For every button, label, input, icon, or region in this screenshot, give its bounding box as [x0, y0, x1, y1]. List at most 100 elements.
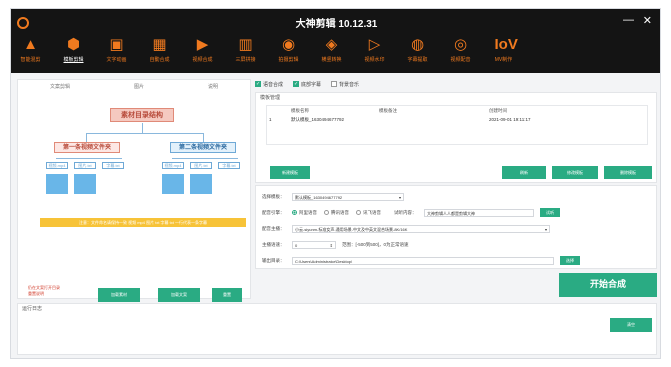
- choose-dir-button[interactable]: 选择: [560, 256, 580, 265]
- tool-text-animation[interactable]: ▣ 文字动画: [101, 36, 132, 72]
- tool-label: 拍摄剪辑: [278, 57, 299, 63]
- radio-dot: [324, 210, 329, 215]
- refresh-button[interactable]: 刷新: [502, 166, 546, 179]
- tool-label: 视频配音: [450, 57, 471, 63]
- grid-icon: ▦: [152, 36, 167, 53]
- tool-template-edit[interactable]: ⬢ 模板剪辑: [58, 36, 89, 72]
- test-text-input[interactable]: 大神剪辑人人都是剪辑大神: [424, 208, 534, 217]
- output-label: 输出目录：: [262, 257, 285, 263]
- template-manager-title: 模板管理: [260, 95, 281, 101]
- connector: [86, 133, 87, 142]
- tool-label: 字幕提取: [407, 57, 428, 63]
- material-tabs: 文案剪辑 图片 说明: [18, 80, 250, 92]
- delete-template-button[interactable]: 删除模板: [604, 166, 652, 179]
- close-button[interactable]: ✕: [643, 14, 652, 27]
- template-select-value: 默认模板_1630494677792: [295, 194, 343, 200]
- image-icon: ▣: [109, 36, 124, 53]
- tab-copy-edit[interactable]: 文案剪辑: [50, 83, 70, 92]
- voice-row: 配音主播： 小云-siyunm-标准女声-通用场景-中文及中英文混合场景-8K/…: [262, 224, 550, 233]
- radio-tencent[interactable]: 腾讯语音: [324, 210, 349, 216]
- radio-ali[interactable]: 阿里语音: [292, 210, 317, 216]
- tool-orientation[interactable]: ◈ 横竖转换: [316, 36, 347, 72]
- checkbox-bgm[interactable]: 背景音乐: [331, 79, 359, 89]
- diagram-root: 素材目录结构: [110, 108, 174, 122]
- checkbox-speech[interactable]: ✓ 语音合成: [255, 79, 283, 89]
- main-toolbar: ▲ 智能混剪 ⬢ 模板剪辑 ▣ 文字动画 ▦ 自動合成 ▶ 视频合成 ▥ 三屏拼接 ◉ 拍摄剪…: [15, 36, 555, 72]
- tab-help[interactable]: 说明: [208, 83, 218, 92]
- play2-icon: ▷: [368, 36, 381, 53]
- load-material-button[interactable]: 加载素材: [98, 288, 140, 302]
- checkbox-box: [331, 81, 338, 87]
- engine-label: 配音引擎：: [262, 209, 285, 215]
- template-table: 模板名称 模板备注 创建时间 1 默认模板_1630494677792 2021…: [266, 105, 648, 145]
- start-compose-button[interactable]: 开始合成: [559, 273, 657, 297]
- play-icon: ▶: [196, 36, 209, 53]
- col-name: 模板名称: [291, 108, 309, 113]
- diagram-folder-1: 第一条视频文件夹: [54, 142, 120, 153]
- naming-note-banner: 注意：文件命名请保持一致 视频 mp4 图片 txt 字幕 txt 一行代表一条…: [40, 218, 246, 227]
- speed-hint: 范围：[-500到500]，0为正常语速: [342, 241, 409, 247]
- tool-video-compose[interactable]: ▶ 视频合成: [187, 36, 218, 72]
- diagram-file-block: [46, 174, 68, 194]
- radio-label: 讯飞语音: [363, 209, 381, 215]
- voice-select-value: 小云-siyunm-标准女声-通用场景-中文及中英文混合场景-8K/16K: [295, 226, 408, 232]
- columns-icon: ▥: [238, 36, 253, 53]
- minimize-button[interactable]: —: [623, 14, 634, 26]
- output-dir-input[interactable]: C:\Users\Administrator\Desktop\: [292, 256, 554, 265]
- reset-button[interactable]: 重置: [212, 288, 242, 302]
- voice-label: 配音主播：: [262, 225, 285, 231]
- stepper-arrows-icon: ⇕: [329, 242, 333, 248]
- new-template-button[interactable]: 新建模板: [270, 166, 310, 179]
- tool-smart-mix[interactable]: ▲ 智能混剪: [15, 36, 46, 72]
- template-select[interactable]: 默认模板_1630494677792 ▾: [292, 192, 404, 201]
- engine-row: 配音引擎： 阿里语音 腾讯语音 讯飞语音 试听内容： 大神剪辑人人都是剪辑大神 …: [262, 208, 560, 217]
- checkbox-box: ✓: [255, 81, 261, 87]
- diagram-chip: 图片.txt: [190, 162, 212, 169]
- edit-template-button[interactable]: 修改模板: [552, 166, 598, 179]
- run-log-title: 运行日志: [22, 306, 43, 312]
- app-title: 大神剪辑 10.12.31: [295, 19, 378, 30]
- reset-help-link[interactable]: 重置说明: [28, 291, 44, 297]
- voice-select[interactable]: 小云-siyunm-标准女声-通用场景-中文及中英文混合场景-8K/16K ▾: [292, 224, 550, 233]
- tool-auto-compose[interactable]: ▦ 自動合成: [144, 36, 175, 72]
- radio-dot: [292, 210, 297, 215]
- chevron-down-icon: ▾: [398, 194, 401, 200]
- diagram-file-block: [190, 174, 212, 194]
- tool-label: 横竖转换: [321, 57, 342, 63]
- material-panel: 文案剪辑 图片 说明 素材目录结构 第一条视频文件夹 第二条视频文件夹 视频.m…: [17, 79, 251, 302]
- tool-mv-make[interactable]: IoV MV制作: [488, 36, 519, 72]
- tool-label: 视频合成: [192, 57, 213, 63]
- tool-watermark[interactable]: ▷ 视频水印: [359, 36, 390, 72]
- diagram-file-block: [74, 174, 96, 194]
- checkbox-label: 底部字幕: [301, 81, 322, 88]
- diagram-chip: 视频.mp4: [46, 162, 68, 169]
- tool-voiceover[interactable]: ◎ 视频配音: [445, 36, 476, 72]
- connector: [56, 158, 122, 159]
- radio-xunfei[interactable]: 讯飞语音: [356, 210, 381, 216]
- template-manager: 模板管理 模板名称 模板备注 创建时间 1 默认模板_1630494677792…: [255, 92, 657, 183]
- load-copy-button[interactable]: 加载文案: [158, 288, 200, 302]
- tool-label: 文字动画: [106, 57, 127, 63]
- speed-value: 0: [295, 242, 298, 248]
- film-icon: ◉: [281, 36, 296, 53]
- diagram-chip: 字幕.txt: [102, 162, 124, 169]
- checkbox-label: 语音合成: [263, 81, 284, 88]
- tool-subtitle-extract[interactable]: ◍ 字幕提取: [402, 36, 433, 72]
- tab-image[interactable]: 图片: [134, 83, 144, 92]
- checkbox-subtitle[interactable]: ✓ 底部字幕: [293, 79, 321, 89]
- diagram-file-block: [162, 174, 184, 194]
- tool-shoot-edit[interactable]: ◉ 拍摄剪辑: [273, 36, 304, 72]
- table-row[interactable]: 1 默认模板_1630494677792 2021-09-01 19:11:17: [267, 115, 647, 124]
- tool-label: 自動合成: [149, 57, 170, 63]
- tool-label: 三屏拼接: [235, 57, 256, 63]
- diagram-chip: 视频.mp4: [162, 162, 184, 169]
- chevron-down-icon: ▾: [544, 226, 547, 232]
- radio-label: 腾讯语音: [331, 209, 349, 215]
- tool-label: 智能混剪: [20, 57, 41, 63]
- clear-log-button[interactable]: 清空: [610, 318, 652, 332]
- listen-button[interactable]: 试听: [540, 208, 560, 217]
- tool-triple-screen[interactable]: ▥ 三屏拼接: [230, 36, 261, 72]
- speed-stepper[interactable]: 0 ⇕: [292, 240, 336, 249]
- connector: [142, 123, 143, 133]
- tool-label: 视频水印: [364, 57, 385, 63]
